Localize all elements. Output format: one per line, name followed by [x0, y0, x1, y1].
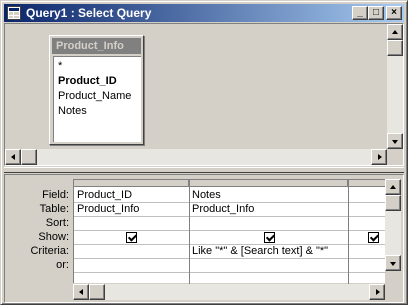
- grid-line: [74, 230, 386, 231]
- grid-line: [74, 272, 386, 273]
- arrow-up-icon: [390, 185, 396, 189]
- grid-cell-criteria[interactable]: Like "*" & [Search text] & "*": [189, 244, 348, 258]
- column-selector[interactable]: [189, 180, 348, 187]
- pane-splitter[interactable]: [4, 167, 404, 173]
- scroll-thumb[interactable]: [387, 40, 403, 56]
- arrow-right-icon: [378, 154, 382, 160]
- row-label-field: Field:: [42, 189, 69, 201]
- scroll-right-button[interactable]: [371, 149, 387, 165]
- grid-cell-or[interactable]: [189, 258, 348, 272]
- arrow-up-icon: [392, 30, 398, 34]
- row-label-table: Table:: [39, 203, 69, 215]
- field-item-product-name[interactable]: Product_Name: [58, 89, 131, 103]
- grid-cell-field[interactable]: Product_ID: [74, 188, 189, 202]
- table-pane[interactable]: Product_Info * Product_ID Product_Name N…: [4, 23, 404, 166]
- show-checkbox[interactable]: [126, 232, 137, 243]
- field-list-title[interactable]: Product_Info: [52, 38, 141, 54]
- title-bar[interactable]: Query1 : Select Query _ □ ×: [4, 4, 404, 22]
- arrow-down-icon: [390, 262, 396, 266]
- scroll-up-button[interactable]: [387, 24, 403, 40]
- grid-horizontal-scrollbar[interactable]: [73, 284, 385, 300]
- grid-cell-sort[interactable]: [189, 216, 348, 230]
- scroll-left-button[interactable]: [73, 284, 89, 300]
- scroll-up-button[interactable]: [385, 179, 401, 195]
- grid-cell-field[interactable]: Notes: [189, 188, 348, 202]
- show-checkbox[interactable]: [368, 232, 379, 243]
- query-window: Query1 : Select Query _ □ × Product_Info…: [0, 0, 408, 305]
- arrow-down-icon: [392, 140, 398, 144]
- field-item-product-id[interactable]: Product_ID: [58, 74, 117, 88]
- scroll-thumb[interactable]: [89, 284, 105, 300]
- grid-cell-table[interactable]: Product_Info: [189, 202, 348, 216]
- grid-cell-or[interactable]: [74, 258, 189, 272]
- grid-cell-sort[interactable]: [74, 216, 189, 230]
- field-list-product-info[interactable]: Product_Info * Product_ID Product_Name N…: [49, 35, 144, 145]
- row-label-or: or:: [56, 259, 69, 271]
- table-pane-vertical-scrollbar[interactable]: [387, 24, 403, 149]
- column-selector[interactable]: [348, 180, 386, 187]
- field-item-notes[interactable]: Notes: [58, 104, 87, 118]
- grid-cell-criteria[interactable]: [74, 244, 189, 258]
- scroll-right-button[interactable]: [369, 284, 385, 300]
- row-label-sort: Sort:: [45, 217, 69, 229]
- scroll-corner: [387, 149, 403, 165]
- close-button[interactable]: ×: [386, 6, 402, 20]
- scroll-down-button[interactable]: [385, 255, 401, 271]
- scroll-left-button[interactable]: [5, 149, 21, 165]
- design-grid-pane: Field: Table: Sort: Show: Criteria: or: …: [4, 174, 404, 303]
- design-grid[interactable]: Product_ID Product_Info Notes Product_In…: [73, 179, 386, 284]
- grid-vertical-scrollbar[interactable]: [385, 179, 401, 271]
- arrow-right-icon: [376, 289, 380, 295]
- field-list-body[interactable]: * Product_ID Product_Name Notes: [53, 56, 141, 142]
- grid-cell-field[interactable]: [348, 188, 386, 202]
- row-label-show: Show:: [38, 231, 69, 243]
- column-selector[interactable]: [74, 180, 189, 187]
- row-label-criteria: Criteria:: [30, 245, 69, 257]
- grid-cell-table[interactable]: Product_Info: [74, 202, 189, 216]
- arrow-left-icon: [79, 289, 83, 295]
- scroll-thumb[interactable]: [21, 149, 37, 165]
- arrow-left-icon: [11, 154, 15, 160]
- show-checkbox[interactable]: [264, 232, 275, 243]
- minimize-button[interactable]: _: [352, 6, 368, 20]
- query-icon: [7, 6, 21, 20]
- field-item-all[interactable]: *: [58, 59, 62, 73]
- table-pane-horizontal-scrollbar[interactable]: [5, 149, 387, 165]
- scroll-down-button[interactable]: [387, 133, 403, 149]
- scroll-thumb[interactable]: [385, 195, 401, 211]
- window-title: Query1 : Select Query: [26, 6, 152, 20]
- maximize-button[interactable]: □: [368, 6, 384, 20]
